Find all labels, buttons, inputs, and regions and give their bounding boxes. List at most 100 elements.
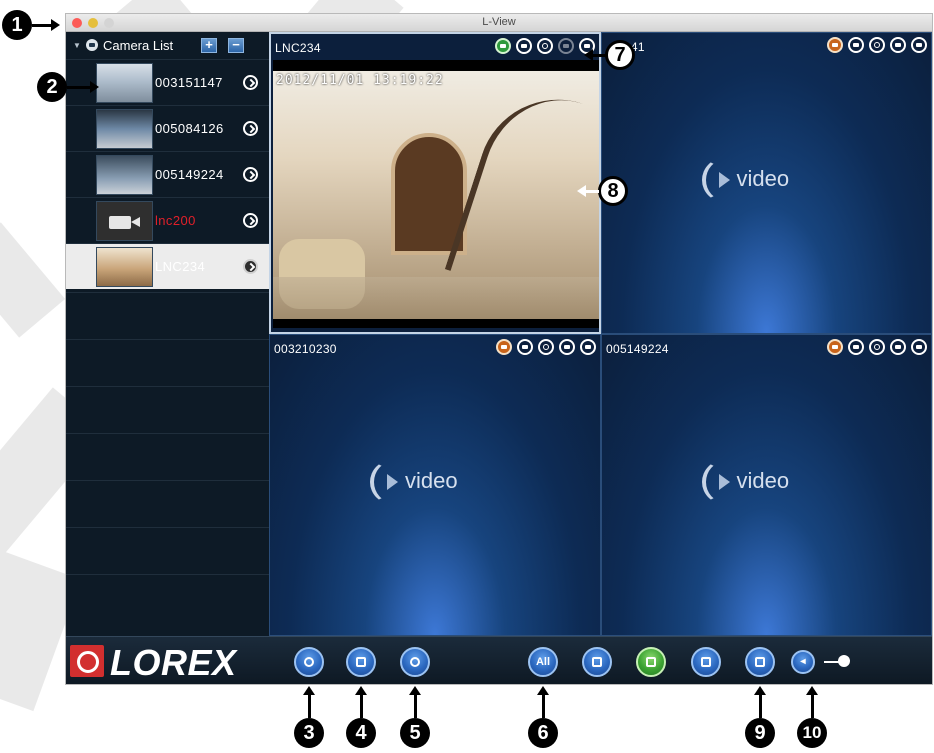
record-icon[interactable] <box>848 339 864 355</box>
snapshot-icon[interactable] <box>537 38 553 54</box>
video-timestamp: 2012/11/01 13:19:22 <box>276 73 444 88</box>
quad-view-button[interactable] <box>636 647 666 677</box>
chevron-right-icon[interactable] <box>243 121 258 136</box>
chevron-right-icon[interactable] <box>243 259 258 274</box>
record-icon[interactable] <box>516 38 532 54</box>
chevron-right-icon[interactable] <box>243 213 258 228</box>
remove-camera-button[interactable]: − <box>228 38 244 53</box>
brand-wordmark: LOREX <box>110 642 237 683</box>
callout-arrow <box>542 694 545 718</box>
live-video-frame[interactable]: 2012/11/01 13:19:22 <box>273 60 599 328</box>
snapshot-icon[interactable] <box>538 339 554 355</box>
single-view-button[interactable] <box>582 647 612 677</box>
search-icon <box>410 657 420 667</box>
camera-thumbnail <box>96 109 153 149</box>
callout-badge: 5 <box>400 718 430 748</box>
chevron-right-icon[interactable] <box>243 167 258 182</box>
callout-arrowhead <box>409 686 421 695</box>
snapshot-icon[interactable] <box>869 339 885 355</box>
tile-controls <box>495 38 595 56</box>
camera-name: LNC234 <box>155 259 206 274</box>
add-camera-button[interactable]: + <box>201 38 217 53</box>
folder-icon[interactable] <box>911 339 927 355</box>
video-placeholder-logo: video <box>370 460 500 510</box>
callout-arrowhead <box>90 81 99 93</box>
remote-settings-button[interactable] <box>346 647 376 677</box>
speaker-icon: ◂ <box>800 656 806 667</box>
play-icon <box>387 474 398 490</box>
collapse-triangle-icon[interactable]: ▼ <box>73 41 81 50</box>
fullscreen-button[interactable] <box>745 647 775 677</box>
record-icon[interactable] <box>517 339 533 355</box>
brand-logo: LOREX <box>70 642 256 683</box>
video-tile[interactable]: ...2141 video <box>601 32 932 334</box>
video-tile[interactable]: 003210230 video <box>269 334 601 636</box>
camera-list-icon <box>86 39 98 51</box>
record-icon[interactable] <box>848 37 864 53</box>
callout-arrow <box>32 24 52 27</box>
tile-controls <box>827 37 927 55</box>
callout-badge: 4 <box>346 718 376 748</box>
camera-row[interactable]: lnc200 <box>66 197 269 243</box>
camera-row-selected[interactable]: LNC234 <box>66 243 269 289</box>
camera-name-offline: lnc200 <box>155 213 196 228</box>
logo-mark-icon <box>70 645 104 677</box>
callout-arrow <box>67 86 91 89</box>
tile-camera-name: 003210230 <box>274 342 337 356</box>
camera-name: 005149224 <box>155 167 224 182</box>
camera-thumbnail <box>96 63 153 103</box>
talk-icon[interactable] <box>496 339 512 355</box>
playback-button[interactable] <box>294 647 324 677</box>
callout-badge: 7 <box>605 40 635 70</box>
search-button[interactable] <box>400 647 430 677</box>
camera-row[interactable]: 005084126 <box>66 105 269 151</box>
camera-list-panel: ▼ Camera List + − 003151147 005084126 00… <box>66 32 269 636</box>
callout-badge: 9 <box>745 718 775 748</box>
title-bar[interactable]: L-View <box>66 14 932 32</box>
empty-camera-slot <box>66 386 269 433</box>
video-placeholder-logo: video <box>701 460 832 510</box>
listen-icon[interactable] <box>890 339 906 355</box>
listen-icon[interactable] <box>890 37 906 53</box>
talk-icon[interactable] <box>827 339 843 355</box>
snapshot-icon[interactable] <box>869 37 885 53</box>
single-view-icon <box>592 657 602 667</box>
bottom-toolbar: LOREX All ◂ <box>66 636 932 684</box>
video-placeholder-text: video <box>736 166 790 191</box>
view-all-button[interactable]: All <box>528 647 558 677</box>
talk-icon[interactable] <box>827 37 843 53</box>
app-window: L-View ▼ Camera List + − 003151147 00508… <box>66 14 932 684</box>
camera-placeholder-thumbnail <box>96 201 153 241</box>
multi-view-button[interactable] <box>691 647 721 677</box>
live-video-image: 2012/11/01 13:19:22 <box>273 71 599 319</box>
volume-button[interactable]: ◂ <box>791 650 815 674</box>
callout-arrowhead <box>537 686 549 695</box>
chevron-right-icon[interactable] <box>243 75 258 90</box>
quad-view-icon <box>646 657 656 667</box>
callout-arrow <box>592 54 606 57</box>
callout-arrow <box>811 694 814 718</box>
staircase-image <box>444 78 599 304</box>
camera-name: 005084126 <box>155 121 224 136</box>
camera-name: 003151147 <box>155 75 223 90</box>
video-placeholder-logo: video <box>701 158 832 208</box>
video-tile-live[interactable]: LNC234 2012/11/01 13:19:22 <box>269 32 601 334</box>
callout-badge: 6 <box>528 718 558 748</box>
empty-camera-slot <box>66 339 269 386</box>
camera-list-title: Camera List <box>103 38 174 53</box>
callout-arrow <box>414 694 417 718</box>
volume-slider-knob[interactable] <box>838 655 850 667</box>
callout-arrowhead <box>51 19 60 31</box>
talk-icon[interactable] <box>495 38 511 54</box>
folder-icon[interactable] <box>580 339 596 355</box>
floor-image <box>273 277 599 319</box>
camera-row[interactable]: 005149224 <box>66 151 269 197</box>
folder-icon[interactable] <box>911 37 927 53</box>
listen-icon[interactable] <box>559 339 575 355</box>
window-title: L-View <box>482 16 516 28</box>
listen-icon[interactable] <box>558 38 574 54</box>
callout-arrowhead <box>355 686 367 695</box>
fullscreen-icon <box>755 657 765 667</box>
callout-arrow <box>585 190 599 193</box>
video-tile[interactable]: 005149224 video <box>601 334 932 636</box>
